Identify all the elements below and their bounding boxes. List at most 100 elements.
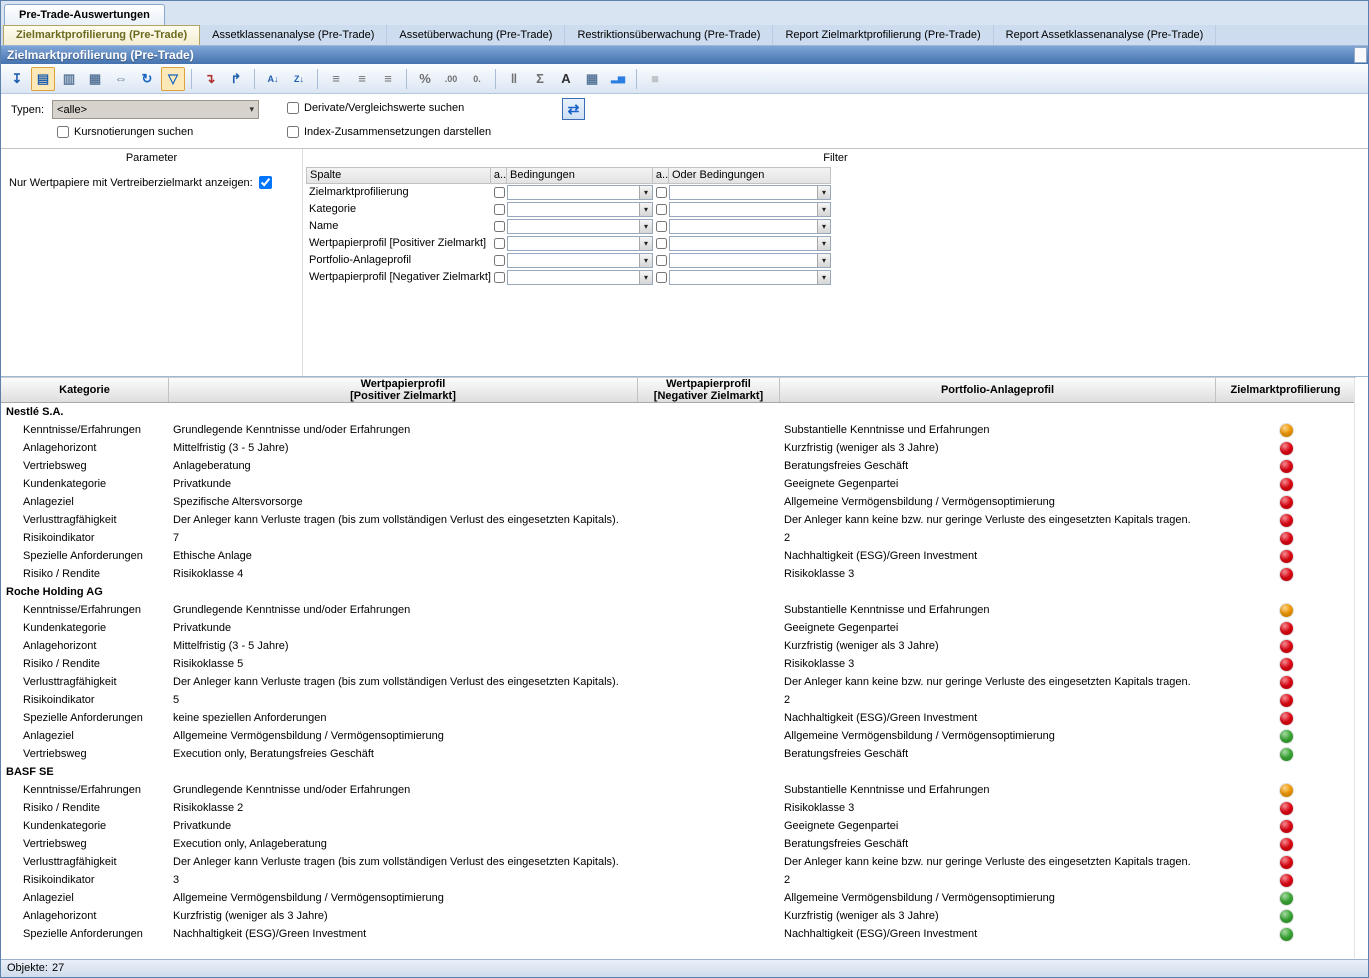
- chart-icon[interactable]: ▂▅: [606, 67, 630, 91]
- grid-icon[interactable]: ▦: [580, 67, 604, 91]
- filter-oder-select[interactable]: ▾: [669, 270, 831, 285]
- filter-bedingungen-select[interactable]: ▾: [507, 253, 653, 268]
- filter-column-header-1[interactable]: a..: [491, 167, 507, 184]
- filter-oder-select[interactable]: ▾: [669, 185, 831, 200]
- layout-icon[interactable]: ▦: [83, 67, 107, 91]
- start-search-button[interactable]: ⇄: [562, 98, 585, 120]
- tab-pre-trade-auswertungen[interactable]: Pre-Trade-Auswertungen: [4, 4, 165, 25]
- derivate-checkbox[interactable]: [287, 102, 299, 114]
- filter-or-checkbox[interactable]: [656, 255, 667, 266]
- filter-column-header-4[interactable]: Oder Bedingungen: [669, 167, 831, 184]
- filter-and-checkbox[interactable]: [494, 272, 505, 283]
- table-row[interactable]: Kenntnisse/ErfahrungenGrundlegende Kennt…: [1, 601, 1356, 619]
- table-row[interactable]: AnlagehorizontMittelfristig (3 - 5 Jahre…: [1, 637, 1356, 655]
- vertical-scrollbar[interactable]: [1354, 378, 1367, 958]
- filter-and-checkbox[interactable]: [494, 187, 505, 198]
- table-row[interactable]: KundenkategoriePrivatkundeGeeignete Gege…: [1, 817, 1356, 835]
- column-header-wertpapierprofil-positiver-zielmarkt[interactable]: Wertpapierprofil[Positiver Zielmarkt]: [169, 378, 638, 402]
- table-row[interactable]: Risikoindikator72: [1, 529, 1356, 547]
- align-center-icon[interactable]: ≡: [350, 67, 374, 91]
- sum-icon[interactable]: Σ: [528, 67, 552, 91]
- filter-or-checkbox[interactable]: [656, 221, 667, 232]
- target-market-view-icon[interactable]: ▤: [31, 67, 55, 91]
- derivate-checkbox-row[interactable]: Derivate/Vergleichswerte suchen: [287, 102, 464, 114]
- filter-bedingungen-select[interactable]: ▾: [507, 270, 653, 285]
- table-row[interactable]: Risiko / RenditeRisikoklasse 5Risikoklas…: [1, 655, 1356, 673]
- filter-and-checkbox[interactable]: [494, 221, 505, 232]
- table-row[interactable]: Spezielle AnforderungenNachhaltigkeit (E…: [1, 925, 1356, 943]
- group-row-roche-holding-ag[interactable]: Roche Holding AG: [1, 583, 1356, 601]
- remove-decimal-icon[interactable]: 0.: [465, 67, 489, 91]
- table-row[interactable]: Kenntnisse/ErfahrungenGrundlegende Kennt…: [1, 421, 1356, 439]
- index-checkbox-row[interactable]: Index-Zusammensetzungen darstellen: [287, 126, 491, 138]
- filter-oder-select[interactable]: ▾: [669, 253, 831, 268]
- table-row[interactable]: AnlagehorizontMittelfristig (3 - 5 Jahre…: [1, 439, 1356, 457]
- filter-column-header-3[interactable]: a..: [653, 167, 669, 184]
- tab-asset-berwachung-pre-trade[interactable]: Assetüberwachung (Pre-Trade): [387, 25, 565, 45]
- table-row[interactable]: KundenkategoriePrivatkundeGeeignete Gege…: [1, 475, 1356, 493]
- group-row-nestl-s-a[interactable]: Nestlé S.A.: [1, 403, 1356, 421]
- filter-bedingungen-select[interactable]: ▾: [507, 185, 653, 200]
- align-right-icon[interactable]: ≡: [376, 67, 400, 91]
- filter-oder-select[interactable]: ▾: [669, 202, 831, 217]
- kursnotierungen-checkbox-row[interactable]: Kursnotierungen suchen: [57, 126, 193, 138]
- tab-assetklassenanalyse-pre-trade[interactable]: Assetklassenanalyse (Pre-Trade): [200, 25, 387, 45]
- scroll-up-button[interactable]: [1354, 47, 1367, 63]
- table-row[interactable]: AnlagezielSpezifische AltersvorsorgeAllg…: [1, 493, 1356, 511]
- filter-or-checkbox[interactable]: [656, 238, 667, 249]
- filter-oder-select[interactable]: ▾: [669, 219, 831, 234]
- column-header-zielmarktprofilierung[interactable]: Zielmarktprofilierung: [1216, 378, 1356, 402]
- tab-zielmarktprofilierung-pre-trade[interactable]: Zielmarktprofilierung (Pre-Trade): [3, 25, 200, 45]
- filter-bedingungen-select[interactable]: ▾: [507, 219, 653, 234]
- filter-or-checkbox[interactable]: [656, 272, 667, 283]
- table-row[interactable]: KundenkategoriePrivatkundeGeeignete Gege…: [1, 619, 1356, 637]
- sort-ascending-icon[interactable]: A↓: [261, 67, 285, 91]
- table-row[interactable]: VerlusttragfähigkeitDer Anleger kann Ver…: [1, 511, 1356, 529]
- tab-report-assetklassenanalyse-pre-trade[interactable]: Report Assetklassenanalyse (Pre-Trade): [994, 25, 1217, 45]
- filter-icon[interactable]: ▽: [161, 67, 185, 91]
- index-checkbox[interactable]: [287, 126, 299, 138]
- table-row[interactable]: VerlusttragfähigkeitDer Anleger kann Ver…: [1, 673, 1356, 691]
- filter-bedingungen-select[interactable]: ▾: [507, 202, 653, 217]
- table-row[interactable]: Kenntnisse/ErfahrungenGrundlegende Kennt…: [1, 781, 1356, 799]
- table-row[interactable]: AnlagezielAllgemeine Vermögensbildung / …: [1, 889, 1356, 907]
- tab-report-zielmarktprofilierung-pre-trade[interactable]: Report Zielmarktprofilierung (Pre-Trade): [773, 25, 993, 45]
- drill-down-icon[interactable]: ↴: [198, 67, 222, 91]
- column-header-portfolio-anlageprofil[interactable]: Portfolio-Anlageprofil: [780, 378, 1216, 402]
- filter-bedingungen-select[interactable]: ▾: [507, 236, 653, 251]
- split-view-icon[interactable]: ‖: [502, 67, 526, 91]
- table-row[interactable]: Risiko / RenditeRisikoklasse 4Risikoklas…: [1, 565, 1356, 583]
- table-row[interactable]: VertriebswegExecution only, Anlageberatu…: [1, 835, 1356, 853]
- filter-oder-select[interactable]: ▾: [669, 236, 831, 251]
- column-header-wertpapierprofil-negativer-zielmarkt[interactable]: Wertpapierprofil[Negativer Zielmarkt]: [638, 378, 780, 402]
- filter-column-header-0[interactable]: Spalte: [306, 167, 491, 184]
- table-row[interactable]: Spezielle AnforderungenEthische AnlageNa…: [1, 547, 1356, 565]
- align-left-icon[interactable]: ≡: [324, 67, 348, 91]
- table-row[interactable]: VertriebswegAnlageberatungBeratungsfreie…: [1, 457, 1356, 475]
- filter-and-checkbox[interactable]: [494, 255, 505, 266]
- table-row[interactable]: Risikoindikator52: [1, 691, 1356, 709]
- fit-columns-icon[interactable]: ⇔: [109, 67, 133, 91]
- filter-or-checkbox[interactable]: [656, 204, 667, 215]
- copy-icon[interactable]: ▥: [57, 67, 81, 91]
- group-row-basf-se[interactable]: BASF SE: [1, 763, 1356, 781]
- filter-and-checkbox[interactable]: [494, 204, 505, 215]
- table-row[interactable]: Spezielle Anforderungenkeine speziellen …: [1, 709, 1356, 727]
- table-row[interactable]: Risikoindikator32: [1, 871, 1356, 889]
- table-row[interactable]: VerlusttragfähigkeitDer Anleger kann Ver…: [1, 853, 1356, 871]
- font-icon[interactable]: A: [554, 67, 578, 91]
- filter-or-checkbox[interactable]: [656, 187, 667, 198]
- refresh-icon[interactable]: ↻: [135, 67, 159, 91]
- add-decimal-icon[interactable]: .00: [439, 67, 463, 91]
- export-report-icon[interactable]: ↧: [5, 67, 29, 91]
- table-row[interactable]: Risiko / RenditeRisikoklasse 2Risikoklas…: [1, 799, 1356, 817]
- tab-restriktions-berwachung-pre-trade[interactable]: Restriktionsüberwachung (Pre-Trade): [565, 25, 773, 45]
- sort-descending-icon[interactable]: Z↓: [287, 67, 311, 91]
- percent-icon[interactable]: %: [413, 67, 437, 91]
- table-row[interactable]: AnlagehorizontKurzfristig (weniger als 3…: [1, 907, 1356, 925]
- filter-column-header-2[interactable]: Bedingungen: [507, 167, 653, 184]
- drill-up-icon[interactable]: ↱: [224, 67, 248, 91]
- vertreiberzielmarkt-checkbox[interactable]: [259, 176, 272, 189]
- filter-and-checkbox[interactable]: [494, 238, 505, 249]
- column-header-kategorie[interactable]: Kategorie: [1, 378, 169, 402]
